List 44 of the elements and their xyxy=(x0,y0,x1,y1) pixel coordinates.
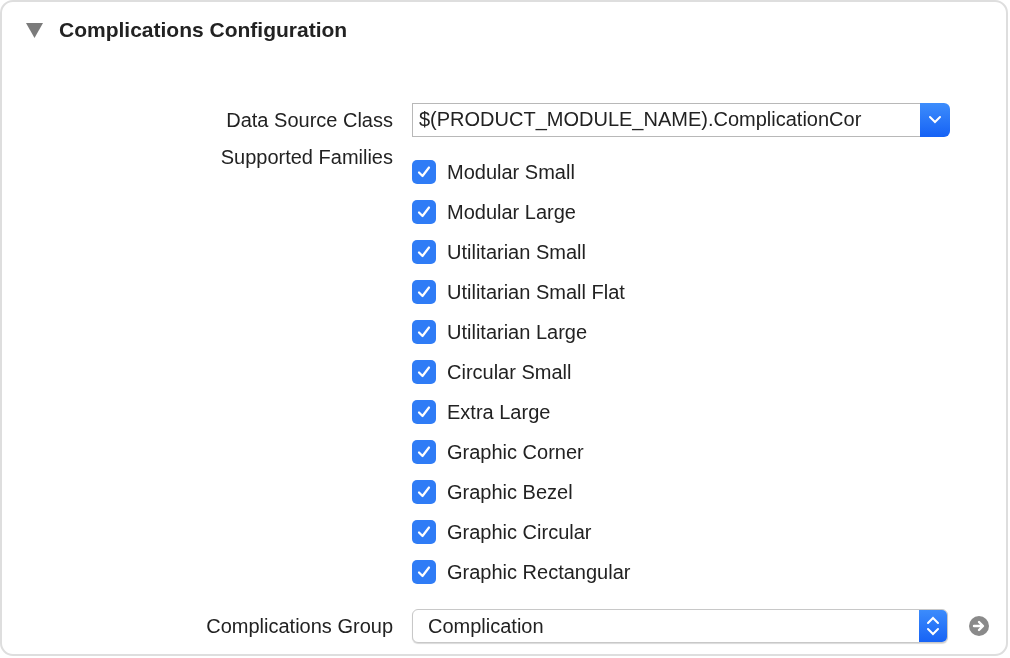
checkmark-icon xyxy=(416,524,432,540)
checkbox[interactable] xyxy=(412,200,436,224)
disclosure-triangle-icon[interactable] xyxy=(26,22,43,38)
checkmark-icon xyxy=(416,444,432,460)
checkbox[interactable] xyxy=(412,400,436,424)
checkmark-icon xyxy=(416,204,432,220)
checkbox-label: Graphic Rectangular xyxy=(447,560,631,584)
checkbox[interactable] xyxy=(412,360,436,384)
checkmark-icon xyxy=(416,244,432,260)
dropdown-button[interactable] xyxy=(920,103,950,137)
checkbox-label: Modular Small xyxy=(447,160,575,184)
checkmark-icon xyxy=(416,284,432,300)
checkmark-icon xyxy=(416,324,432,340)
checkmark-icon xyxy=(416,484,432,500)
field-label: Supported Families xyxy=(220,145,393,170)
checkbox-label: Graphic Circular xyxy=(447,520,592,544)
checkbox[interactable] xyxy=(412,240,436,264)
checkmark-icon xyxy=(416,364,432,380)
checkbox-label: Modular Large xyxy=(447,200,576,224)
checkbox-label: Graphic Bezel xyxy=(447,480,573,504)
complications-group-popup[interactable]: Complication xyxy=(412,609,948,643)
checkmark-icon xyxy=(416,564,432,580)
checkbox-label: Utilitarian Large xyxy=(447,320,588,344)
checkbox-label: Utilitarian Small xyxy=(447,240,586,264)
checkmark-icon xyxy=(416,404,432,420)
field-label: Data Source Class xyxy=(226,108,393,133)
checkbox[interactable] xyxy=(412,280,436,304)
field-label: Complications Group xyxy=(206,614,393,639)
section-title: Complications Configuration xyxy=(59,18,348,42)
checkbox[interactable] xyxy=(412,480,436,504)
checkbox[interactable] xyxy=(412,440,436,464)
checkbox[interactable] xyxy=(412,520,436,544)
checkbox[interactable] xyxy=(412,160,436,184)
data-source-field[interactable]: $(PRODUCT_MODULE_NAME).ComplicationCor xyxy=(412,103,920,137)
checkmark-icon xyxy=(416,164,432,180)
checkbox[interactable] xyxy=(412,560,436,584)
checkbox-label: Extra Large xyxy=(447,400,551,424)
chevron-down-icon xyxy=(928,115,942,125)
checkbox[interactable] xyxy=(412,320,436,344)
checkbox-label: Graphic Corner xyxy=(447,440,584,464)
checkbox-label: Circular Small xyxy=(447,360,572,384)
checkbox-label: Utilitarian Small Flat xyxy=(447,280,625,304)
up-down-chevron-icon xyxy=(919,610,947,642)
arrow-circle-icon[interactable] xyxy=(969,616,989,636)
